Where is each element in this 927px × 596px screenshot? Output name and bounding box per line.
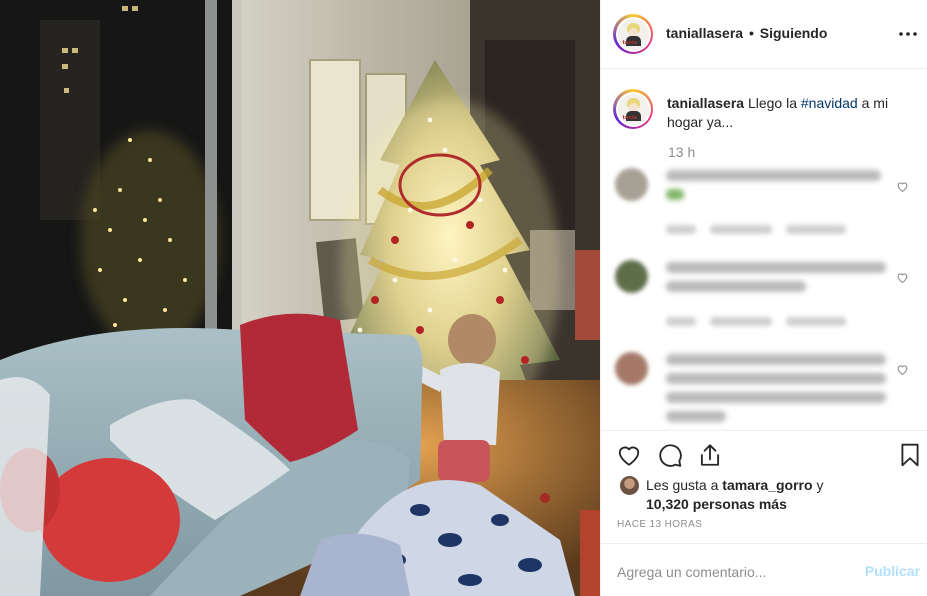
avatar[interactable]: tania [613,14,653,54]
blurred-avatar [615,352,648,385]
caption-time[interactable]: 13 h [668,144,695,160]
blurred-text [666,354,891,430]
post-side-panel: tania taniallasera • Siguiendo tania tan… [600,0,927,596]
follow-status-button[interactable]: Siguiendo [760,25,828,41]
heart-outline-icon[interactable] [896,363,909,376]
likes-joiner: y [816,477,824,493]
add-comment-box: Publicar [601,543,927,596]
header-username[interactable]: taniallasera [666,25,743,41]
blurred-meta [666,317,846,326]
caption-username[interactable]: taniallasera [667,95,744,111]
avatar-tag-text: tania [622,39,637,46]
blurred-avatar [615,168,648,201]
action-bar [601,430,927,480]
liker-username-link[interactable]: tamara_gorro [722,477,812,493]
bookmark-icon[interactable] [897,442,923,468]
likes-prefix: Les gusta a [646,477,719,493]
caption-text: taniallasera Llego la #navidad a mi hoga… [667,94,912,132]
heart-outline-icon[interactable] [896,180,909,193]
blurred-text [666,170,891,208]
avatar-image: tania [617,18,649,50]
blurred-meta [666,225,846,234]
post-photo[interactable] [0,0,600,596]
comment-input[interactable] [617,562,847,582]
heart-icon[interactable] [616,442,642,468]
blurred-text [666,262,891,300]
publish-button[interactable]: Publicar [865,563,920,579]
comments-list[interactable]: tania taniallasera Llego la #navidad a m… [601,70,927,430]
header-text: taniallasera • Siguiendo [666,25,827,41]
header-separator: • [748,25,754,41]
likes-count-link[interactable]: 10,320 personas más [646,496,787,512]
liker-avatar[interactable] [620,476,639,495]
caption-avatar[interactable]: tania [613,89,653,129]
heart-outline-icon[interactable] [896,271,909,284]
post-timestamp[interactable]: HACE 13 HORAS [617,519,702,530]
post-header: tania taniallasera • Siguiendo [601,0,927,69]
post-photo-art [0,0,600,596]
caption-avatar-tag-text: tania [622,114,637,121]
caption-hashtag-link[interactable]: #navidad [801,95,858,111]
caption-text-before: Llego la [747,95,797,111]
caption-avatar-image: tania [617,93,649,125]
likes-text: Les gusta a tamara_gorro y 10,320 person… [646,476,916,514]
share-icon[interactable] [697,442,723,468]
comment-bubble-icon[interactable] [657,442,683,468]
more-horizontal-icon[interactable] [896,22,920,46]
blurred-avatar [615,260,648,293]
